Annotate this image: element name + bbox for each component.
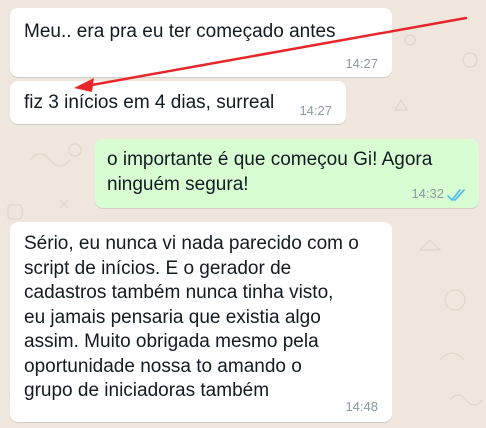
message-bubble-incoming[interactable]: fiz 3 inícios em 4 dias, surreal 14:27 xyxy=(10,81,346,124)
message-time: 14:32 xyxy=(411,186,444,201)
message-time: 14:27 xyxy=(345,56,378,71)
message-text: fiz 3 inícios em 4 dias, surreal xyxy=(24,92,275,113)
message-bubble-outgoing[interactable]: o importante é que começou Gi! Agora nin… xyxy=(95,139,479,208)
message-time: 14:27 xyxy=(299,103,332,118)
message-bubble-incoming[interactable]: Sério, eu nunca vi nada parecido com o s… xyxy=(10,222,392,422)
message-time: 14:48 xyxy=(345,399,378,414)
message-bubble-incoming[interactable]: Meu.. era pra eu ter começado antes 14:2… xyxy=(10,8,392,77)
message-text: Sério, eu nunca vi nada parecido com o s… xyxy=(24,233,359,401)
message-text: Meu.. era pra eu ter começado antes xyxy=(24,21,336,42)
double-check-read-icon xyxy=(447,189,465,201)
message-text: o importante é que começou Gi! Agora nin… xyxy=(107,149,433,195)
